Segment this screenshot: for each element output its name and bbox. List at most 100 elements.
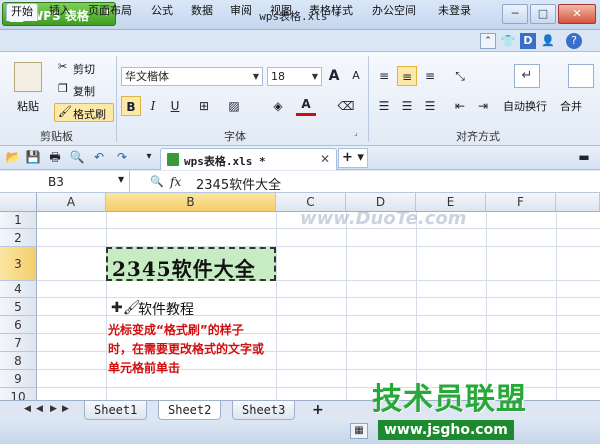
zoom-icon[interactable]: 🔍 [150,175,164,188]
font-color-button[interactable]: A [296,96,316,116]
normal-view-icon[interactable]: ▦ [350,423,368,439]
tab-start[interactable]: 开始 [6,3,38,21]
shrink-font-button[interactable]: A [346,66,366,86]
gridline [416,212,417,400]
row-header[interactable]: 8 [0,352,37,370]
column-header[interactable]: F [486,193,556,212]
wrap-text-button[interactable]: 自动换行 [503,98,547,114]
tab-table-style[interactable]: 表格样式 [305,3,357,21]
align-left-icon[interactable]: ☰ [374,96,394,116]
font-name-value: 华文楷体 [125,70,169,83]
chevron-down-icon[interactable]: ▼ [118,175,124,184]
save-icon[interactable]: 💾 [24,148,42,166]
indent-increase-icon[interactable]: ⇥ [473,96,493,116]
fx-button[interactable]: fx [170,175,181,189]
redo-icon[interactable]: ↷ [113,148,131,166]
merge-button[interactable]: 合并 [560,98,582,114]
tab-page-layout[interactable]: 页面布局 [84,3,136,21]
merge-icon[interactable] [568,64,594,88]
align-right-icon[interactable]: ☰ [420,96,440,116]
row-header[interactable]: 5 [0,298,37,316]
underline-button[interactable]: U [165,96,185,116]
clipboard-group-label: 剪贴板 [40,130,73,143]
font-size-value: 18 [271,70,285,83]
align-center-icon[interactable]: ☰ [397,96,417,116]
next-sheet-icon[interactable]: ▶ [50,404,57,414]
tab-office-space[interactable]: 办公空间 [368,3,420,21]
tab-formulas[interactable]: 公式 [147,3,177,21]
tab-list-icon[interactable]: ▬ [574,148,594,166]
copy-button[interactable]: 复制 [73,83,95,99]
row-header[interactable]: 2 [0,229,37,247]
customize-toolbar-icon[interactable]: ▾ [140,148,158,166]
align-top-icon[interactable]: ≡ [374,66,394,86]
italic-button[interactable]: I [143,96,163,116]
fill-color-icon[interactable]: ◈ [268,96,288,116]
wrap-text-icon[interactable]: ↵ [514,64,540,88]
align-middle-icon[interactable]: ≡ [397,66,417,86]
clear-format-icon[interactable]: ⌫ [336,96,356,116]
row-header[interactable]: 6 [0,316,37,334]
user-icon[interactable]: 👤 [540,33,556,49]
row-header[interactable]: 9 [0,370,37,388]
collapse-ribbon-icon[interactable]: ⌃ [480,33,496,49]
row-header[interactable]: 1 [0,212,37,229]
paste-button[interactable]: 粘贴 [17,98,39,114]
row-header[interactable]: 4 [0,281,37,298]
dialog-launcher-icon[interactable]: ⌟ [354,128,358,137]
text-direction-icon[interactable]: ⤡ [450,66,470,86]
skin-icon[interactable]: 👕 [500,33,516,49]
align-bottom-icon[interactable]: ≡ [420,66,440,86]
tab-data[interactable]: 数据 [187,3,217,21]
close-icon[interactable]: ✕ [320,152,330,166]
tab-review[interactable]: 审阅 [226,3,256,21]
name-box[interactable]: B3 [0,171,130,193]
new-tab-button[interactable]: + ▾ [338,148,368,168]
cut-button[interactable]: 剪切 [73,61,95,77]
sheet-tab-1[interactable]: Sheet1 [84,401,148,420]
indent-decrease-icon[interactable]: ⇤ [450,96,470,116]
bold-button[interactable]: B [121,96,141,116]
column-header[interactable] [556,193,600,212]
add-sheet-icon[interactable]: + [312,402,324,418]
paste-icon[interactable] [14,62,42,92]
help-icon[interactable]: ? [566,33,582,49]
font-name-select[interactable]: 华文楷体 ▼ [121,67,263,86]
borders-icon[interactable]: ⊞ [194,96,214,116]
cell-b3-value: 2345软件大全 [112,257,256,281]
close-button[interactable]: ✕ [558,4,596,24]
row-header[interactable]: 7 [0,334,37,352]
font-group-label: 字体 [224,130,246,143]
undo-icon[interactable]: ↶ [90,148,108,166]
tab-insert[interactable]: 插入 [45,3,75,21]
open-folder-icon[interactable]: 📂 [4,148,22,166]
minimize-button[interactable]: ─ [502,4,528,24]
divider [116,56,117,142]
formula-input[interactable]: 2345软件大全 [196,174,281,193]
column-header[interactable]: B [106,193,276,212]
d-icon[interactable]: D [520,33,536,49]
font-size-select[interactable]: 18 ▼ [267,67,322,86]
maximize-button[interactable]: □ [530,4,556,24]
prev-sheet-icon[interactable]: ◀ [36,404,43,414]
column-header[interactable]: A [37,193,106,212]
select-all-corner[interactable] [0,193,37,212]
row-header[interactable]: 3 [0,247,37,281]
grow-font-button[interactable]: A [324,66,344,86]
login-link[interactable]: 未登录 [434,3,475,21]
print-icon[interactable]: 🖶 [46,148,64,166]
first-sheet-icon[interactable]: ◀ [24,404,31,414]
format-painter-label: 格式刷 [73,108,106,121]
format-painter-cursor-icon: ✚🖌 [111,300,141,316]
tab-view[interactable]: 视图 [266,3,296,21]
spreadsheet-icon [167,153,179,166]
last-sheet-icon[interactable]: ▶ [62,404,69,414]
sheet-tab-3[interactable]: Sheet3 [232,401,296,420]
document-tab[interactable]: wps表格.xls * ✕ [160,148,337,170]
row-header[interactable]: 10 [0,388,37,400]
fill-pattern-icon[interactable]: ▨ [224,96,244,116]
gridline [37,297,600,298]
print-preview-icon[interactable]: 🔍 [68,148,86,166]
chevron-down-icon: ▼ [311,72,318,81]
sheet-tab-2[interactable]: Sheet2 [158,401,222,420]
